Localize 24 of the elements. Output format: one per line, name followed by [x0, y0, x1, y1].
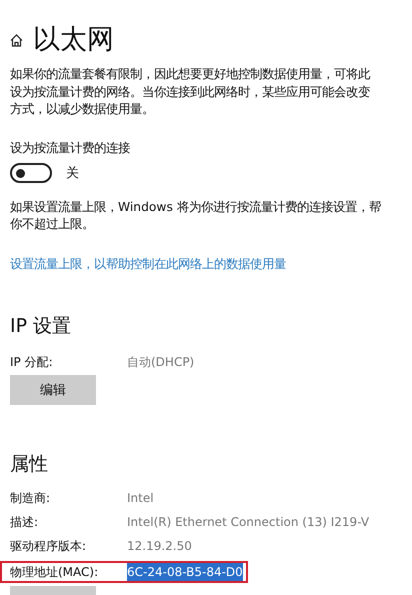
property-label: 物理地址(MAC):: [10, 564, 100, 580]
toggle-state-label: 关: [66, 164, 79, 182]
property-value: 自动(DHCP): [127, 354, 194, 370]
description-text: 设为按流量计费的网络。当你连接到此网络时，某些应用可能会改变: [10, 84, 371, 100]
edit-button[interactable]: 编辑: [10, 374, 96, 404]
property-value: 6C-24-08-B5-84-D0: [127, 562, 243, 580]
description-text: 如果设置流量上限，Windows 将为你进行按流量计费的连接设置，帮: [10, 198, 382, 216]
property-label: 描述:: [10, 514, 40, 530]
property-label: 制造商:: [10, 490, 52, 506]
home-icon[interactable]: [10, 34, 23, 46]
section-heading: IP 设置: [10, 314, 72, 338]
description-text: 你不超过上限。: [10, 216, 95, 233]
property-label: 驱动程序版本:: [10, 538, 88, 554]
property-label: IP 分配:: [10, 354, 54, 370]
toggle-switch[interactable]: [10, 162, 52, 182]
page-title: 以太网: [33, 23, 114, 57]
data-limit-link[interactable]: 设置流量上限，以帮助控制在此网络上的数据使用量: [10, 256, 286, 272]
property-value: 12.19.2.50: [127, 538, 192, 554]
property-value: Intel: [127, 490, 154, 506]
setting-label: 设为按流量计费的连接: [10, 140, 131, 156]
description-text: 方式，以减少数据使用量。: [10, 101, 155, 118]
section-heading: 属性: [10, 452, 49, 476]
description-text: 如果你的流量套餐有限制，因此想要更好地控制数据使用量，可将此: [10, 66, 372, 83]
property-value: Intel(R) Ethernet Connection (13) I219-V: [127, 514, 370, 530]
